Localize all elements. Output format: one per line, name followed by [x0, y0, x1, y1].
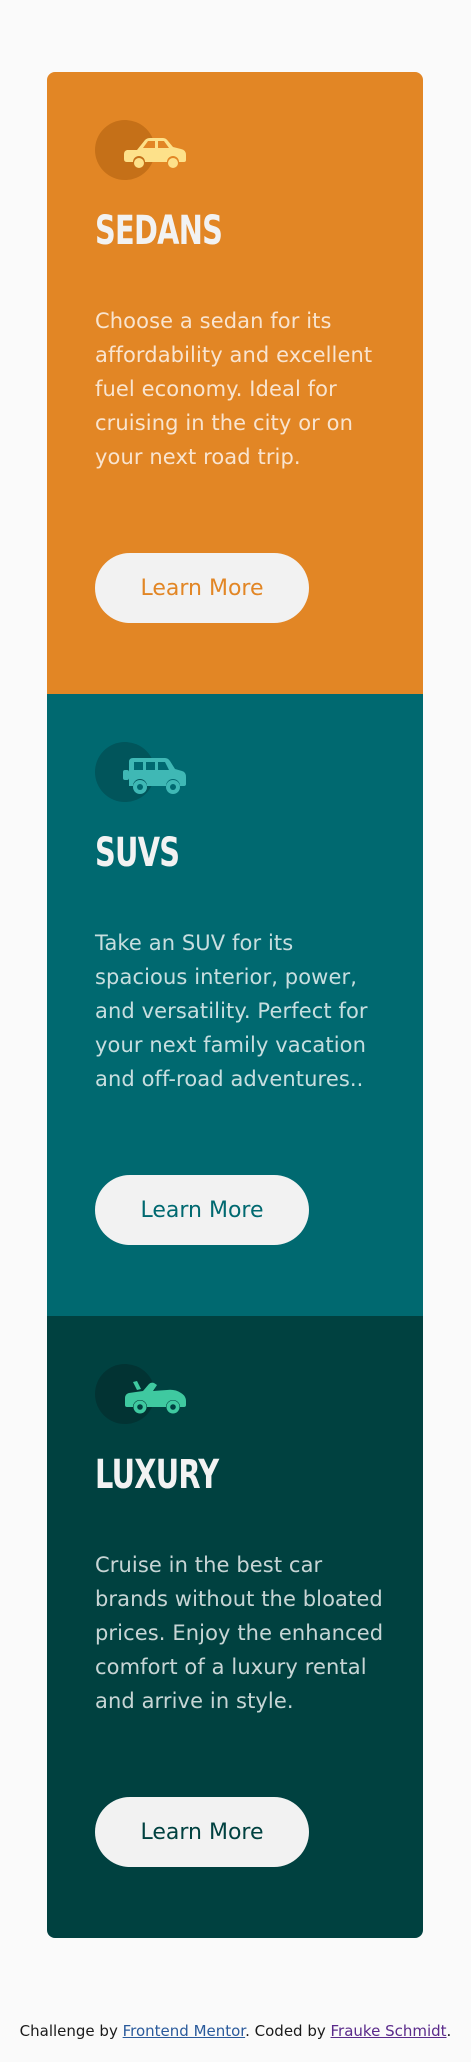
author-link[interactable]: Frauke Schmidt — [331, 2022, 447, 2040]
car-cards-container: SEDANS Choose a sedan for its affordabil… — [47, 72, 423, 1938]
card-title: SUVS — [95, 830, 180, 876]
attribution-suffix: . — [446, 2022, 452, 2040]
suv-car-icon — [95, 742, 195, 806]
card-suvs: SUVS Take an SUV for its spacious interi… — [47, 694, 423, 1316]
attribution-middle: . Coded by — [245, 2022, 331, 2040]
learn-more-button[interactable]: Learn More — [95, 553, 309, 623]
card-sedans: SEDANS Choose a sedan for its affordabil… — [47, 72, 423, 694]
card-description: Take an SUV for its spacious interior, p… — [95, 931, 368, 1091]
luxury-car-icon — [95, 1364, 195, 1428]
learn-more-button[interactable]: Learn More — [95, 1797, 309, 1867]
card-luxury: LUXURY Cruise in the best car brands wit… — [47, 1316, 423, 1938]
attribution-prefix: Challenge by — [19, 2022, 123, 2040]
card-description: Choose a sedan for its affordability and… — [95, 309, 373, 469]
card-title: LUXURY — [95, 1452, 219, 1498]
frontend-mentor-link[interactable]: Frontend Mentor — [123, 2022, 246, 2040]
learn-more-button[interactable]: Learn More — [95, 1175, 309, 1245]
sedan-car-icon — [95, 120, 195, 184]
card-description: Cruise in the best car brands without th… — [95, 1553, 384, 1713]
card-title: SEDANS — [95, 208, 223, 254]
attribution: Challenge by Frontend Mentor. Coded by F… — [0, 2022, 471, 2040]
